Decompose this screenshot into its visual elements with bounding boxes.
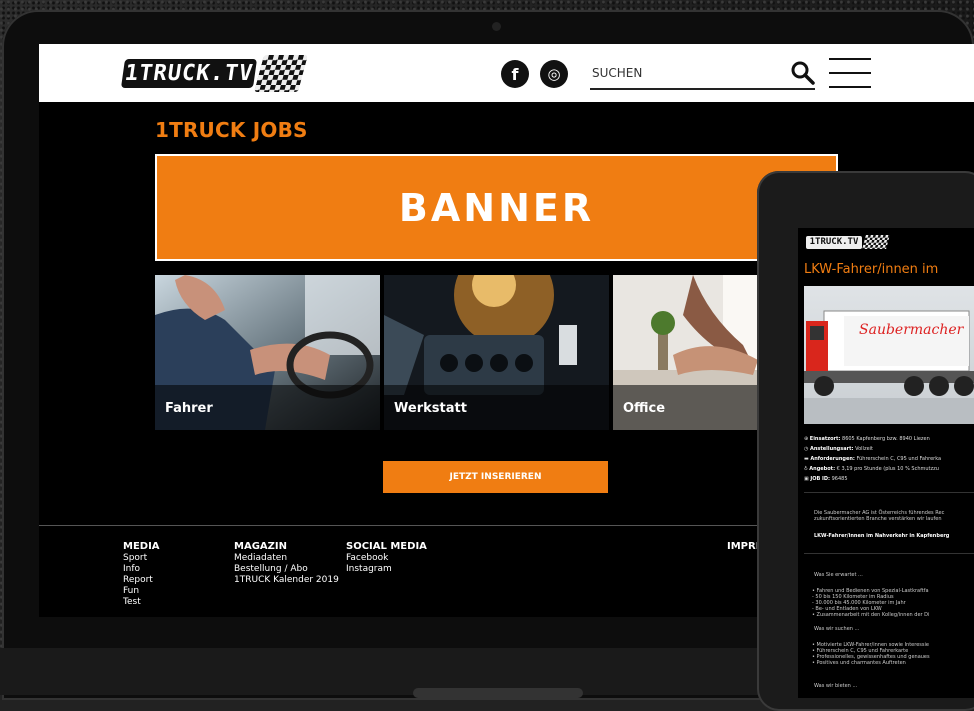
footer-column-social: SOCIAL MEDIA Facebook Instagram [346,541,427,575]
footer-link[interactable]: Facebook [346,553,427,564]
tablet-logo[interactable]: 1TRUCK.TV [806,235,894,249]
tablet-screen: 1TRUCK.TV LKW-Fahrer/innen im Saubermach… [798,228,974,698]
footer-link[interactable]: Instagram [346,564,427,575]
laptop-notch [413,688,583,698]
checkered-flag-icon [254,55,308,92]
list-item: • Zusammenarbeit mit den Kolleg/innen de… [812,612,930,618]
footer-heading: MEDIA [123,541,160,552]
menu-icon[interactable] [829,57,871,89]
meta-row: ♁ Angebot: € 3,19 pro Stunde (plus 10 % … [804,466,939,472]
footer-heading[interactable]: IMPRI [727,541,759,552]
checkered-flag-icon [862,235,890,249]
banner-placeholder[interactable]: BANNER [155,154,838,261]
category-label: Office [623,401,666,416]
category-tile-fahrer[interactable]: Fahrer [155,275,380,430]
search-input[interactable] [590,65,774,81]
job-title: LKW-Fahrer/innen im [804,262,939,277]
footer-link[interactable]: Report [123,575,160,586]
footer-column-impressum: IMPRI [727,541,759,553]
truck-image: Saubermacher [804,286,974,424]
footer-column-magazin: MAGAZIN Mediadaten Bestellung / Abo 1TRU… [234,541,339,586]
divider [804,553,974,554]
meta-row: ◷ Anstellungsart: Vollzeit [804,446,873,452]
section-heading: Was Sie erwartet ... [814,572,863,578]
meta-row: ⊕ Einsatzort: 8605 Kapfenberg bzw. 8940 … [804,436,930,442]
footer-link[interactable]: Sport [123,553,160,564]
category-label: Werkstatt [394,401,467,416]
instagram-icon[interactable]: ◎ [540,60,568,88]
section-heading: Was wir bieten ... [814,683,858,689]
post-job-button[interactable]: JETZT INSERIEREN [383,461,608,493]
footer-column-media: MEDIA Sport Info Report Fun Test [123,541,160,608]
facebook-icon[interactable]: f [501,60,529,88]
truck-brand: Saubermacher [859,322,965,338]
footer-link[interactable]: Mediadaten [234,553,339,564]
footer-link[interactable]: Fun [123,586,160,597]
meta-row: ▣ JOB ID: 96485 [804,476,848,482]
site-logo[interactable]: 1TRUCK.TV [120,55,313,92]
category-tile-werkstatt[interactable]: Werkstatt [384,275,609,430]
meta-row: ▬ Anforderungen: Führerschein C, C95 und… [804,456,942,462]
footer-link[interactable]: Bestellung / Abo [234,564,339,575]
category-label: Fahrer [165,401,213,416]
camera-icon [492,22,501,31]
page-title: 1TRUCK JOBS [155,118,308,142]
footer-link[interactable]: Test [123,597,160,608]
logo-text: 1TRUCK.TV [806,236,862,249]
intro-text: zukunftsorientierten Branche verstärken … [814,516,942,522]
site-header: 1TRUCK.TV f ◎ [39,44,974,102]
search-icon[interactable] [790,60,816,86]
footer-link[interactable]: 1TRUCK Kalender 2019 [234,575,339,586]
section-heading: Was wir suchen ... [814,626,860,632]
footer-heading: SOCIAL MEDIA [346,541,427,552]
job-subheading: LKW-Fahrer/innen im Nahverkehr in Kapfen… [814,533,950,539]
divider [804,492,974,493]
footer-heading: MAGAZIN [234,541,287,552]
logo-text: 1TRUCK.TV [120,59,258,88]
list-item: • Positives und charmantes Auftreten [812,660,906,666]
search-bar [590,58,815,90]
footer-link[interactable]: Info [123,564,160,575]
